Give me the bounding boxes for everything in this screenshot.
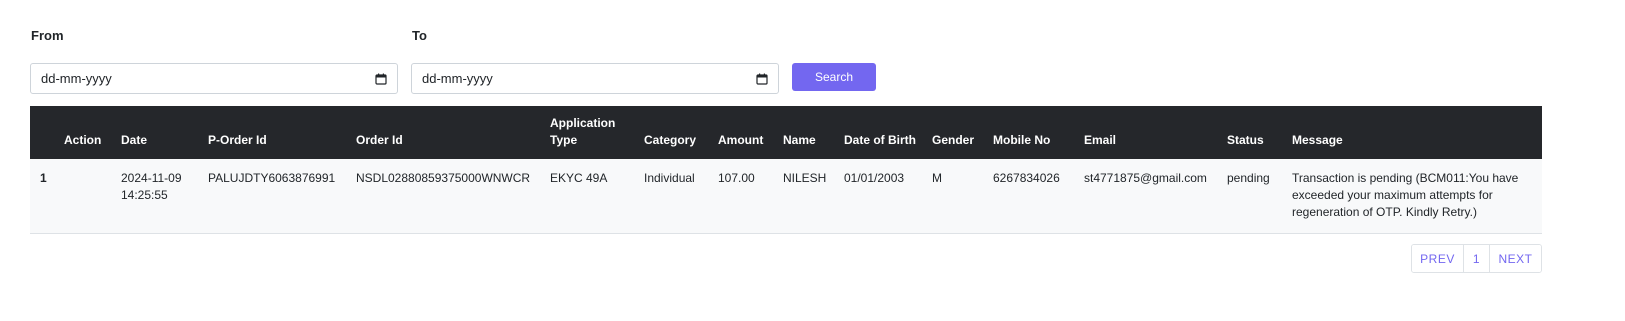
header-date: Date: [121, 133, 148, 147]
header-date-of-birth: Date of Birth: [844, 133, 916, 147]
header-name: Name: [783, 133, 816, 147]
cell-email: st4771875@gmail.com: [1084, 171, 1207, 185]
header-application-type: Application Type: [550, 116, 616, 147]
from-date-placeholder: dd-mm-yyyy: [41, 71, 112, 86]
search-button[interactable]: Search: [792, 63, 876, 91]
header-action: Action: [64, 133, 102, 147]
cell-order-id: NSDL02880859375000WNWCR: [356, 171, 531, 185]
header-amount: Amount: [718, 133, 764, 147]
cell-message: Transaction is pending (BCM011:You have …: [1292, 171, 1519, 219]
cell-category: Individual: [644, 171, 695, 185]
transactions-table: Action Date P-Order Id Order Id Applicat…: [30, 106, 1542, 234]
header-gender: Gender: [932, 133, 975, 147]
header-category: Category: [644, 133, 697, 147]
cell-action[interactable]: 1: [30, 159, 115, 233]
from-label: From: [31, 28, 64, 43]
next-page-button[interactable]: NEXT: [1490, 245, 1541, 272]
cell-mobile: 6267834026: [993, 171, 1060, 185]
from-date-input[interactable]: dd-mm-yyyy: [30, 63, 398, 94]
header-mobile-no: Mobile No: [993, 133, 1051, 147]
to-date-input[interactable]: dd-mm-yyyy: [411, 63, 779, 94]
prev-page-button[interactable]: PREV: [1412, 245, 1464, 272]
header-p-order-id: P-Order Id: [208, 133, 267, 147]
header-status: Status: [1227, 133, 1264, 147]
calendar-icon[interactable]: [375, 73, 387, 85]
cell-name: NILESH: [783, 171, 827, 185]
table-row: 1 2024-11-09 14:25:55 PALUJDTY6063876991…: [30, 159, 1542, 233]
calendar-icon[interactable]: [756, 73, 768, 85]
page-number-button[interactable]: 1: [1464, 245, 1490, 272]
cell-p-order-id: PALUJDTY6063876991: [208, 171, 336, 185]
cell-amount: 107.00: [718, 171, 755, 185]
header-message: Message: [1292, 133, 1343, 147]
cell-dob: 01/01/2003: [844, 171, 905, 185]
header-email: Email: [1084, 133, 1117, 147]
cell-date: 2024-11-09 14:25:55: [121, 171, 182, 202]
cell-status: pending: [1227, 171, 1270, 185]
header-order-id: Order Id: [356, 133, 403, 147]
cell-gender: M: [932, 171, 942, 185]
pagination: PREV 1 NEXT: [1411, 244, 1542, 273]
to-date-placeholder: dd-mm-yyyy: [422, 71, 493, 86]
table-header-row: Action Date P-Order Id Order Id Applicat…: [30, 106, 1542, 159]
cell-application-type: EKYC 49A: [550, 171, 608, 185]
to-label: To: [412, 28, 427, 43]
